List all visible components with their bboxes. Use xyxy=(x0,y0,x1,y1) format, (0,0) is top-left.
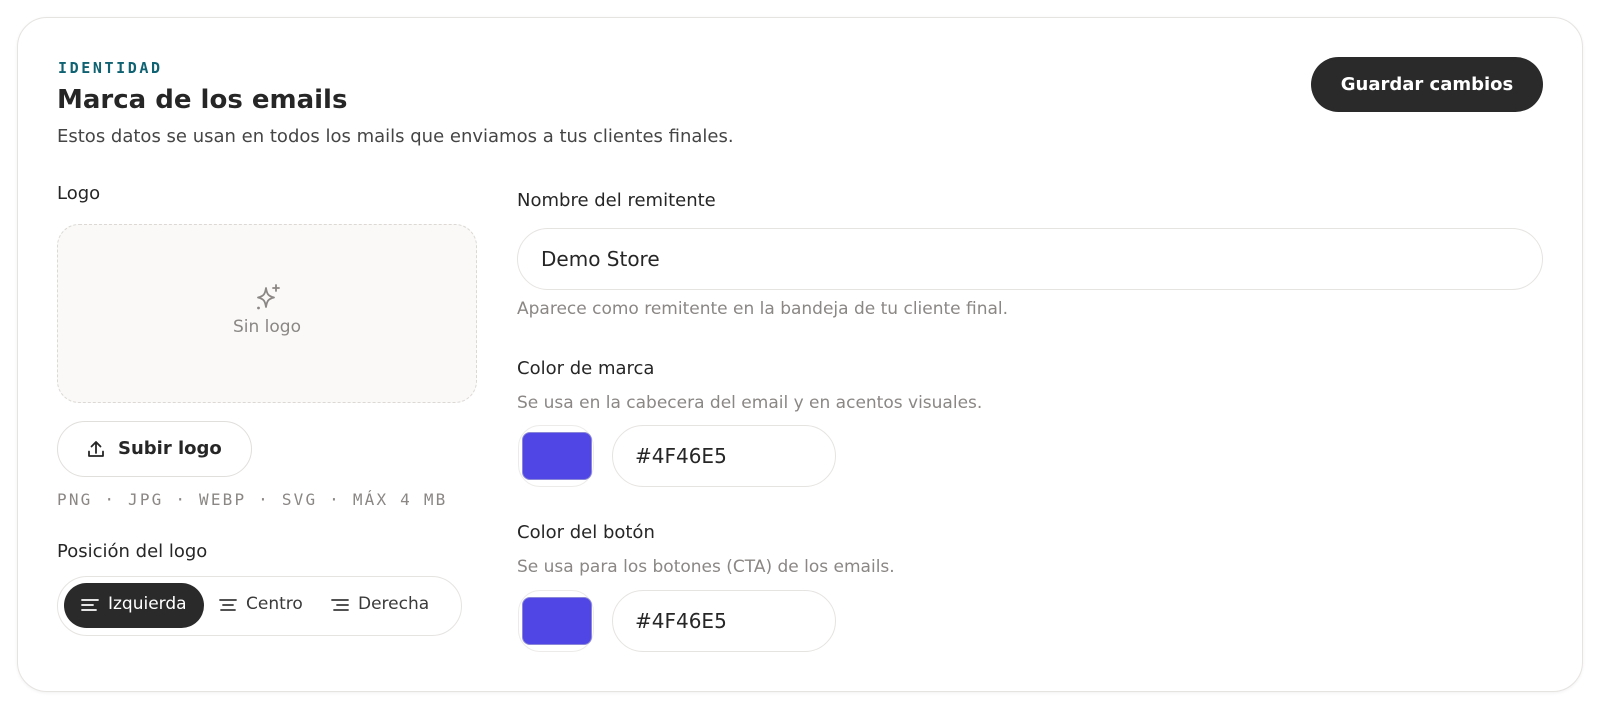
sender-name-help: Aparece como remitente en la bandeja de … xyxy=(517,299,1009,319)
page-title: Marca de los emails xyxy=(57,85,348,115)
brand-color-label: Color de marca xyxy=(517,358,655,379)
button-color-label: Color del botón xyxy=(517,522,655,543)
upload-logo-label: Subir logo xyxy=(118,438,222,459)
position-option-label: Izquierda xyxy=(108,594,187,614)
button-color-picker[interactable] xyxy=(518,590,594,652)
align-center-icon xyxy=(219,599,237,611)
sender-name-input[interactable] xyxy=(517,228,1543,290)
section-eyebrow: IDENTIDAD xyxy=(58,59,163,77)
position-option-label: Derecha xyxy=(358,594,430,614)
sparkle-icon xyxy=(257,284,280,310)
logo-position-selector: Izquierda Centro Derecha xyxy=(57,576,462,636)
brand-color-hex-input[interactable] xyxy=(612,425,836,487)
accepted-formats: PNG · JPG · WEBP · SVG · MÁX 4 MB xyxy=(57,490,448,509)
brand-color-swatch xyxy=(522,432,592,480)
align-left-icon xyxy=(81,599,99,611)
page-subtitle: Estos datos se usan en todos los mails q… xyxy=(57,126,734,147)
no-logo-text: Sin logo xyxy=(232,317,301,337)
button-color-help: Se usa para los botones (CTA) de los ema… xyxy=(517,557,895,577)
position-option-center[interactable]: Centro xyxy=(206,583,318,628)
upload-logo-button[interactable]: Subir logo xyxy=(57,421,252,477)
button-color-swatch xyxy=(522,597,592,645)
position-option-label: Centro xyxy=(246,594,303,614)
align-right-icon xyxy=(331,599,349,611)
brand-color-picker[interactable] xyxy=(518,425,594,487)
logo-position-label: Posición del logo xyxy=(57,541,208,562)
position-option-left[interactable]: Izquierda xyxy=(64,583,204,628)
logo-label: Logo xyxy=(57,183,101,204)
sender-name-label: Nombre del remitente xyxy=(517,190,716,211)
upload-icon xyxy=(88,441,104,457)
position-option-right[interactable]: Derecha xyxy=(320,583,456,628)
button-color-hex-input[interactable] xyxy=(612,590,836,652)
brand-color-help: Se usa en la cabecera del email y en ace… xyxy=(517,393,983,413)
save-button[interactable]: Guardar cambios xyxy=(1311,57,1543,112)
logo-dropzone[interactable]: Sin logo xyxy=(57,224,477,403)
